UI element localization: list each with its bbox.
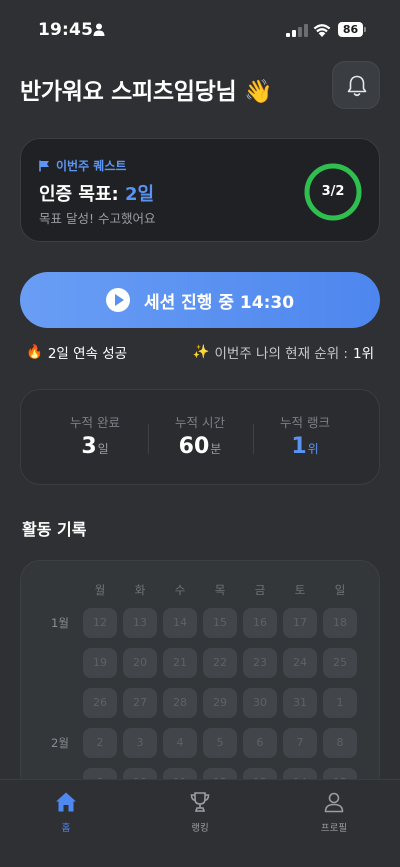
stat-label: 누적 시간	[175, 415, 225, 430]
calendar-day[interactable]: 4	[163, 728, 197, 758]
calendar-day[interactable]: 13	[123, 608, 157, 638]
calendar-day[interactable]: 5	[203, 728, 237, 758]
tab-home[interactable]: 홈	[31, 790, 101, 834]
quest-tag-label: 이번주 퀘스트	[56, 159, 127, 173]
battery-level: 86	[338, 22, 363, 37]
session-label: 세션 진행 중 14:30	[143, 292, 295, 313]
quest-title-value: 2일	[124, 184, 155, 205]
stat-value: 60분	[148, 434, 252, 459]
person-icon	[93, 23, 105, 36]
stat-unit: 위	[307, 442, 319, 456]
quest-progress-ring: 3/2	[303, 162, 363, 222]
stat-value: 1위	[253, 434, 357, 459]
calendar-day[interactable]: 18	[323, 608, 357, 638]
stat-total-time: 누적 시간 60분	[148, 390, 252, 486]
tab-label: 홈	[61, 823, 71, 834]
quest-title: 인증 목표: 2일	[39, 180, 154, 206]
calendar-day[interactable]: 30	[243, 688, 277, 718]
notification-button[interactable]	[332, 61, 380, 109]
calendar-day[interactable]: 6	[243, 728, 277, 758]
trophy-icon	[190, 792, 210, 812]
tab-label: 프로필	[320, 823, 348, 834]
quest-progress-text: 3/2	[321, 184, 345, 199]
tab-ranking[interactable]: 랭킹	[165, 790, 235, 834]
stat-unit: 일	[97, 442, 109, 456]
home-icon	[56, 792, 76, 812]
calendar-day[interactable]: 23	[243, 648, 277, 678]
calendar-day[interactable]: 14	[163, 608, 197, 638]
signal-icon	[286, 24, 308, 37]
tab-bar: 홈 랭킹 프로필	[0, 779, 400, 867]
stat-total-rank: 누적 랭크 1위	[253, 390, 357, 486]
calendar-day[interactable]: 3	[123, 728, 157, 758]
stat-label: 누적 완료	[70, 415, 120, 430]
calendar-day[interactable]: 17	[283, 608, 317, 638]
month-label: 2월	[51, 736, 69, 750]
play-icon	[105, 288, 130, 312]
stat-number: 60	[178, 434, 210, 459]
calendar-day[interactable]: 28	[163, 688, 197, 718]
weekday-label: 일	[334, 583, 346, 597]
stat-unit: 분	[210, 442, 222, 456]
status-time: 19:45	[38, 20, 94, 40]
calendar-day[interactable]: 29	[203, 688, 237, 718]
quest-subtitle: 목표 달성! 수고했어요	[39, 211, 156, 226]
stat-value: 3일	[43, 434, 147, 459]
calendar-day[interactable]: 31	[283, 688, 317, 718]
weekday-label: 월	[94, 583, 106, 597]
wifi-icon	[313, 24, 331, 37]
battery-indicator: 86	[338, 22, 366, 37]
tab-label: 랭킹	[191, 823, 209, 834]
weekday-label: 수	[174, 583, 186, 597]
profile-icon	[324, 792, 344, 813]
weekday-label: 토	[294, 583, 306, 597]
weekday-label: 금	[254, 583, 266, 597]
quest-tag: 이번주 퀘스트	[39, 157, 126, 174]
battery-tip	[364, 27, 366, 32]
streak-info: 🔥 2일 연속 성공	[26, 342, 127, 362]
stats-card: 누적 완료 3일 누적 시간 60분 누적 랭크 1위	[20, 389, 380, 485]
stat-number: 3	[81, 434, 97, 459]
calendar-day[interactable]: 21	[163, 648, 197, 678]
current-rank-info: ✨ 이번주 나의 현재 순위 : 1위	[193, 342, 374, 362]
stat-number: 1	[291, 434, 307, 459]
stat-label: 누적 랭크	[280, 415, 330, 430]
bell-icon	[347, 75, 367, 97]
session-button[interactable]: 세션 진행 중 14:30	[20, 272, 380, 328]
activity-title: 활동 기록	[22, 520, 87, 539]
calendar-day[interactable]: 1	[323, 688, 357, 718]
weekday-label: 목	[214, 583, 226, 597]
calendar-day[interactable]: 2	[83, 728, 117, 758]
month-label: 1월	[51, 616, 69, 630]
calendar-day[interactable]: 22	[203, 648, 237, 678]
calendar-day[interactable]: 27	[123, 688, 157, 718]
calendar-day[interactable]: 15	[203, 608, 237, 638]
stat-total-days: 누적 완료 3일	[43, 390, 147, 486]
calendar-day[interactable]: 24	[283, 648, 317, 678]
calendar-day[interactable]: 7	[283, 728, 317, 758]
calendar-day[interactable]: 16	[243, 608, 277, 638]
calendar-day[interactable]: 26	[83, 688, 117, 718]
greeting-title: 반가워요 스피츠임당님 👋	[20, 79, 273, 105]
weekly-quest-card[interactable]: 이번주 퀘스트 인증 목표: 2일 목표 달성! 수고했어요 3/2	[20, 138, 380, 242]
calendar-day[interactable]: 12	[83, 608, 117, 638]
quest-title-prefix: 인증 목표:	[39, 184, 125, 205]
flag-icon	[39, 160, 49, 171]
weekday-label: 화	[134, 583, 146, 597]
status-bar: 19:45 86	[0, 0, 400, 54]
streak-text: 2일 연속 성공	[47, 346, 128, 362]
sparkle-icon: ✨	[192, 344, 210, 360]
calendar-day[interactable]: 25	[323, 648, 357, 678]
tab-profile[interactable]: 프로필	[299, 790, 369, 834]
calendar-day[interactable]: 20	[123, 648, 157, 678]
current-rank-label: 이번주 나의 현재 순위 :	[214, 346, 348, 362]
calendar-day[interactable]: 8	[323, 728, 357, 758]
fire-icon: 🔥	[26, 344, 43, 360]
calendar-day[interactable]: 19	[83, 648, 117, 678]
current-rank-value: 1위	[352, 346, 374, 362]
